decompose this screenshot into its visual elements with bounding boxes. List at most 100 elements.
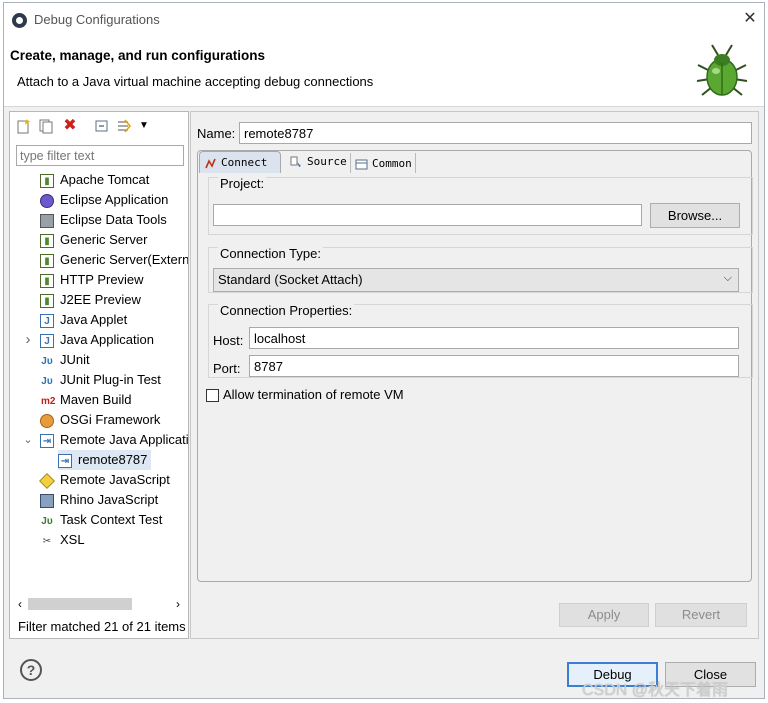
filter-icon[interactable] <box>116 118 132 134</box>
tree-item[interactable]: J Java Applet <box>40 310 127 330</box>
chevron-right-icon[interactable]: › <box>22 330 34 350</box>
host-label: Host: <box>213 333 244 348</box>
connection-type-value: Standard (Socket Attach) <box>218 272 363 287</box>
tree-item-label: XSL <box>60 532 85 547</box>
tree-item[interactable]: ▮ Generic Server <box>40 230 147 250</box>
tree-item-label: Eclipse Application <box>60 192 169 207</box>
tree-item[interactable]: Eclipse Data Tools <box>40 210 167 230</box>
duplicate-icon[interactable] <box>38 118 54 134</box>
port-label: Port: <box>213 361 241 376</box>
tree-item[interactable]: Remote JavaScript <box>39 470 170 490</box>
project-field[interactable] <box>213 204 642 226</box>
remote-java-icon: ⇥ <box>58 453 72 468</box>
allow-termination-label: Allow termination of remote VM <box>223 387 404 402</box>
tree-item-label: remote8787 <box>78 452 148 467</box>
tree-item-label: Eclipse Data Tools <box>60 212 167 227</box>
tree-item[interactable]: ▮ HTTP Preview <box>40 270 144 290</box>
connection-properties-label: Connection Properties: <box>218 303 355 318</box>
tree-item[interactable]: ▮ Apache Tomcat <box>40 170 149 190</box>
tree-item[interactable]: OSGi Framework <box>40 410 160 430</box>
tree-item-label: Generic Server <box>60 232 148 247</box>
junit-icon: Jᴜ <box>41 355 53 367</box>
tree-item[interactable]: ▮ J2EE Preview <box>40 290 141 310</box>
tree-item-label: Java Applet <box>60 312 128 327</box>
tree-item[interactable]: ⇥ Remote Java Applicati <box>40 430 188 450</box>
remote-js-icon <box>39 472 55 489</box>
connection-type-group: Connection Type: Standard (Socket Attach… <box>208 246 753 293</box>
server-icon: ▮ <box>40 253 54 268</box>
connection-type-label: Connection Type: <box>218 246 323 261</box>
bug-icon <box>696 44 748 96</box>
help-icon[interactable]: ? <box>20 659 42 681</box>
tree-item[interactable]: m2 Maven Build <box>40 390 132 410</box>
tree-item-label: JUnit Plug-in Test <box>60 372 161 387</box>
view-menu-chevron-down-icon[interactable]: ▼ <box>136 118 152 134</box>
name-field[interactable] <box>239 122 752 144</box>
tree-item-label: Maven Build <box>60 392 132 407</box>
tree-item-label: Remote Java Applicati <box>60 432 188 447</box>
connection-type-select[interactable]: Standard (Socket Attach) ⌵ <box>213 268 739 292</box>
configuration-tree: ▮ Apache Tomcat Eclipse Application Eclipse… <box>10 170 188 590</box>
server-icon: ▮ <box>40 293 54 308</box>
chevron-down-icon: ⌵ <box>723 272 732 284</box>
connection-properties-group: Connection Properties: Host: Port: <box>208 303 753 378</box>
java-app-icon: J <box>40 333 54 348</box>
tree-item[interactable]: ✂ XSL <box>40 530 85 550</box>
tree-item-label: Java Application <box>60 332 154 347</box>
title-bar: Debug Configurations ✕ <box>4 3 764 37</box>
filter-input[interactable] <box>16 145 184 166</box>
banner-subtitle: Attach to a Java virtual machine accepti… <box>17 74 374 89</box>
debug-configurations-dialog: Debug Configurations ✕ Create, manage, a… <box>3 2 765 699</box>
tree-item[interactable]: ⇥ remote8787 <box>58 450 152 470</box>
header-banner: Create, manage, and run configurations A… <box>4 37 764 107</box>
tree-item-label: Remote JavaScript <box>60 472 170 487</box>
tab-folder: Connect Source Common Project: Browse...… <box>197 150 753 582</box>
common-icon <box>355 158 368 171</box>
project-label: Project: <box>218 176 267 191</box>
apply-button[interactable]: Apply <box>559 603 649 627</box>
scroll-left-arrow-icon[interactable]: ‹ <box>14 596 26 612</box>
tree-item[interactable]: Eclipse Application <box>40 190 168 210</box>
project-group: Project: Browse... <box>208 176 753 235</box>
applet-icon: J <box>40 313 54 328</box>
horizontal-scrollbar[interactable]: ‹ › <box>14 596 186 612</box>
allow-termination-row[interactable]: Allow termination of remote VM <box>206 387 404 403</box>
osgi-icon <box>40 413 54 428</box>
source-icon <box>290 156 303 169</box>
configuration-editor-panel: Name: Connect Source Common Project: <box>190 111 759 639</box>
tree-item-label: JUnit <box>60 352 90 367</box>
tree-item-label: J2EE Preview <box>60 292 141 307</box>
scrollbar-thumb[interactable] <box>28 598 132 610</box>
close-window-button[interactable]: ✕ <box>740 9 760 29</box>
revert-button[interactable]: Revert <box>655 603 747 627</box>
allow-termination-checkbox[interactable] <box>206 389 219 403</box>
host-field[interactable] <box>249 327 739 349</box>
xsl-icon: ✂ <box>42 535 52 547</box>
server-icon: ▮ <box>40 273 54 288</box>
tree-item-label: Apache Tomcat <box>60 172 150 187</box>
tab-common[interactable]: Common <box>350 153 416 173</box>
tree-item[interactable]: Jᴜ JUnit <box>40 350 90 370</box>
new-configuration-icon[interactable] <box>16 118 32 134</box>
junit-plugin-icon: Jᴜ <box>41 375 53 387</box>
connect-icon <box>204 157 217 170</box>
tree-item[interactable]: Jᴜ JUnit Plug-in Test <box>40 370 161 390</box>
tree-item[interactable]: J Java Application <box>40 330 154 350</box>
port-field[interactable] <box>249 355 739 377</box>
watermark: CSDN @秋天下着雨 <box>582 682 729 699</box>
tree-item[interactable]: ▮ Generic Server(Externa <box>40 250 188 270</box>
chevron-down-icon[interactable]: ⌄ <box>22 430 34 450</box>
scroll-right-arrow-icon[interactable]: › <box>172 596 184 612</box>
tab-source[interactable]: Source <box>286 151 347 173</box>
delete-icon[interactable]: ✖ <box>62 118 78 134</box>
name-label: Name: <box>197 126 236 141</box>
collapse-all-icon[interactable] <box>94 118 110 134</box>
tree-item-label: HTTP Preview <box>60 272 144 287</box>
database-icon <box>40 213 54 228</box>
browse-button[interactable]: Browse... <box>650 203 740 228</box>
tab-connect[interactable]: Connect <box>199 151 281 173</box>
tree-item[interactable]: Rhino JavaScript <box>40 490 158 510</box>
tab-common-label: Common <box>372 157 412 170</box>
task-test-icon: Jᴜ <box>41 515 53 527</box>
tree-item[interactable]: Jᴜ Task Context Test <box>40 510 162 530</box>
